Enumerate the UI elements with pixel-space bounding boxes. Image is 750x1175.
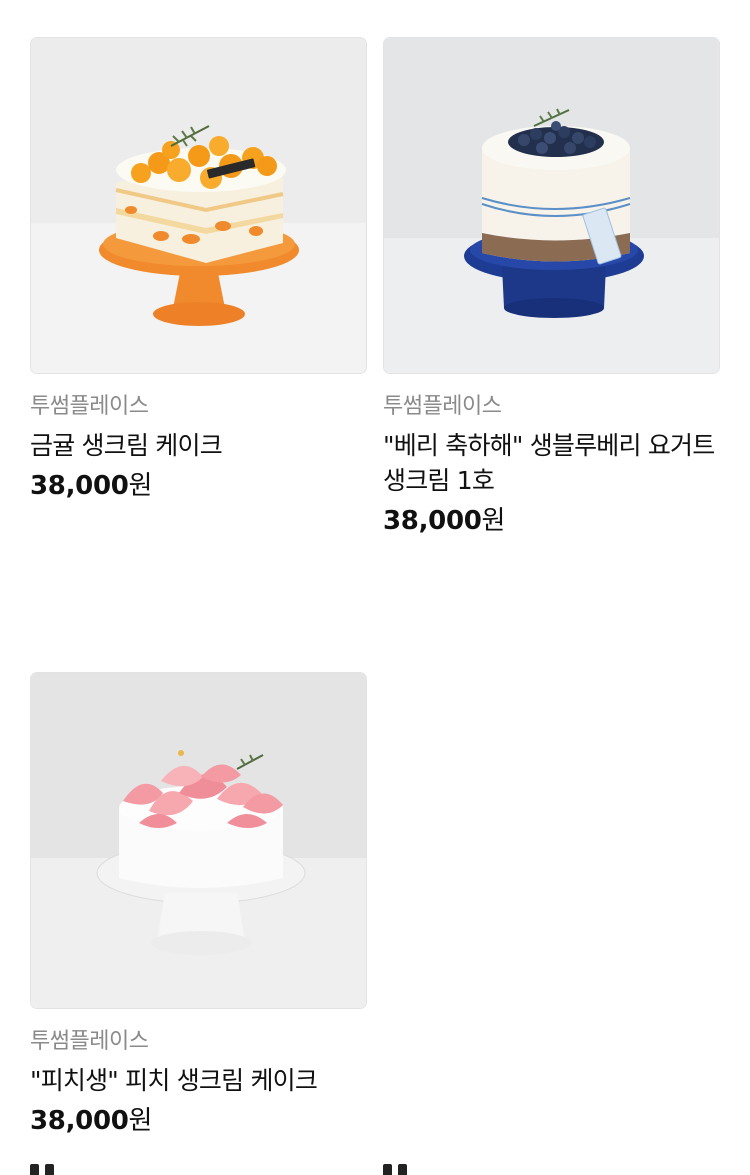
next-row-partial-text	[30, 1163, 60, 1175]
product-card[interactable]: 투썸플레이스 "베리 축하해" 생블루베리 요거트 생크림 1호 38,000원	[383, 37, 720, 538]
product-image-blueberry-cake[interactable]	[383, 37, 720, 374]
product-grid: 투썸플레이스 금귤 생크림 케이크 38,000원 투썸플레이스 "베리 축하해…	[0, 0, 750, 1175]
product-image-kumquat-cake[interactable]	[30, 37, 367, 374]
product-brand: 투썸플레이스	[30, 394, 149, 419]
next-row-partial-text	[383, 1163, 413, 1175]
product-brand: 투썸플레이스	[30, 1029, 149, 1054]
product-card[interactable]: 투썸플레이스 "피치생" 피치 생크림 케이크 38,000원	[30, 672, 367, 1138]
price-amount: 38,000	[30, 471, 129, 501]
product-image-peach-cake[interactable]	[30, 672, 367, 1009]
product-card[interactable]: 투썸플레이스 금귤 생크림 케이크 38,000원	[30, 37, 367, 503]
price-amount: 38,000	[383, 506, 482, 536]
product-price: 38,000원	[30, 469, 367, 503]
product-price: 38,000원	[30, 1104, 367, 1138]
price-amount: 38,000	[30, 1106, 129, 1136]
product-title[interactable]: 금귤 생크림 케이크	[30, 428, 367, 463]
product-title[interactable]: "피치생" 피치 생크림 케이크	[30, 1063, 367, 1098]
product-title[interactable]: "베리 축하해" 생블루베리 요거트 생크림 1호	[383, 428, 720, 498]
price-currency: 원	[128, 471, 153, 501]
product-price: 38,000원	[383, 504, 720, 538]
product-brand: 투썸플레이스	[383, 394, 502, 419]
price-currency: 원	[128, 1106, 153, 1136]
price-currency: 원	[481, 506, 506, 536]
